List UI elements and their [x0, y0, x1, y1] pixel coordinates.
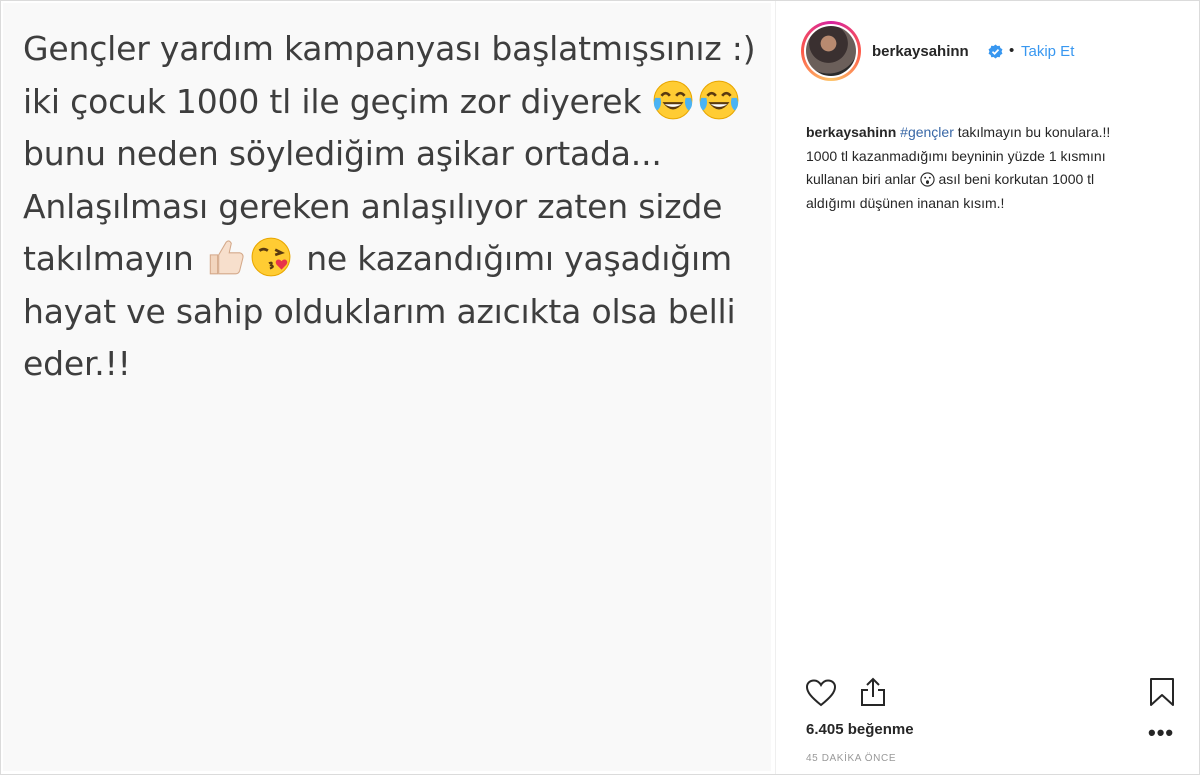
share-icon[interactable] — [859, 677, 887, 707]
caption-hashtag[interactable]: #gençler — [900, 124, 954, 140]
action-bar — [776, 671, 1200, 711]
post-line-5-row: takılmayın ne kazandığımı yaşadığım — [23, 233, 763, 286]
post-image[interactable]: Gençler yardım kampanyası başlatmışsınız… — [3, 3, 771, 771]
verified-badge-icon — [988, 44, 1003, 59]
post-image-text: Gençler yardım kampanyası başlatmışsınız… — [23, 23, 763, 391]
bookmark-icon[interactable] — [1149, 677, 1175, 707]
post-line-6: hayat ve sahip olduklarım azıcıkta olsa … — [23, 291, 736, 331]
post-line-1: Gençler yardım kampanyası başlatmışsınız… — [23, 29, 756, 68]
header-separator: • — [1009, 42, 1015, 59]
post-header: berkaysahinn • Takip Et — [776, 1, 1200, 101]
caption-username[interactable]: berkaysahinn — [806, 124, 896, 140]
post-line-7: eder.!! — [23, 344, 131, 383]
tears-of-joy-emoji — [653, 80, 693, 119]
tears-of-joy-emoji — [699, 80, 739, 119]
likes-count[interactable]: 6.405 beğenme — [806, 721, 914, 738]
avatar[interactable] — [801, 21, 861, 81]
post-timestamp[interactable]: 45 DAKİKA ÖNCE — [806, 753, 896, 764]
header-username[interactable]: berkaysahinn — [872, 43, 969, 60]
more-icon[interactable]: ••• — [1148, 722, 1174, 744]
post-line-5b: ne kazandığımı yaşadığım — [306, 239, 732, 278]
post-details-panel: berkaysahinn • Takip Et berkaysahinn #ge… — [775, 1, 1200, 774]
thumbs-up-emoji — [209, 240, 244, 275]
follow-button[interactable]: Takip Et — [1021, 43, 1074, 60]
kissing-heart-emoji — [251, 237, 291, 277]
post-line-5: takılmayın — [23, 239, 194, 278]
post-caption: berkaysahinn #gençler takılmayın bu konu… — [806, 121, 1136, 215]
post-line-2: iki çocuk 1000 tl ile geçim zor diyerek — [23, 81, 642, 121]
heart-icon[interactable] — [806, 679, 836, 707]
post-line-4: Anlaşılması gereken anlaşılıyor zaten si… — [23, 186, 723, 226]
instagram-post-frame: Gençler yardım kampanyası başlatmışsınız… — [0, 0, 1200, 775]
avatar-border — [804, 24, 858, 78]
surprised-face-emoji — [920, 172, 935, 187]
post-line-3: bunu neden söylediğim aşikar ortada... — [23, 134, 662, 173]
avatar-photo — [806, 26, 856, 76]
post-line-2-row: iki çocuk 1000 tl ile geçim zor diyerek — [23, 76, 763, 129]
